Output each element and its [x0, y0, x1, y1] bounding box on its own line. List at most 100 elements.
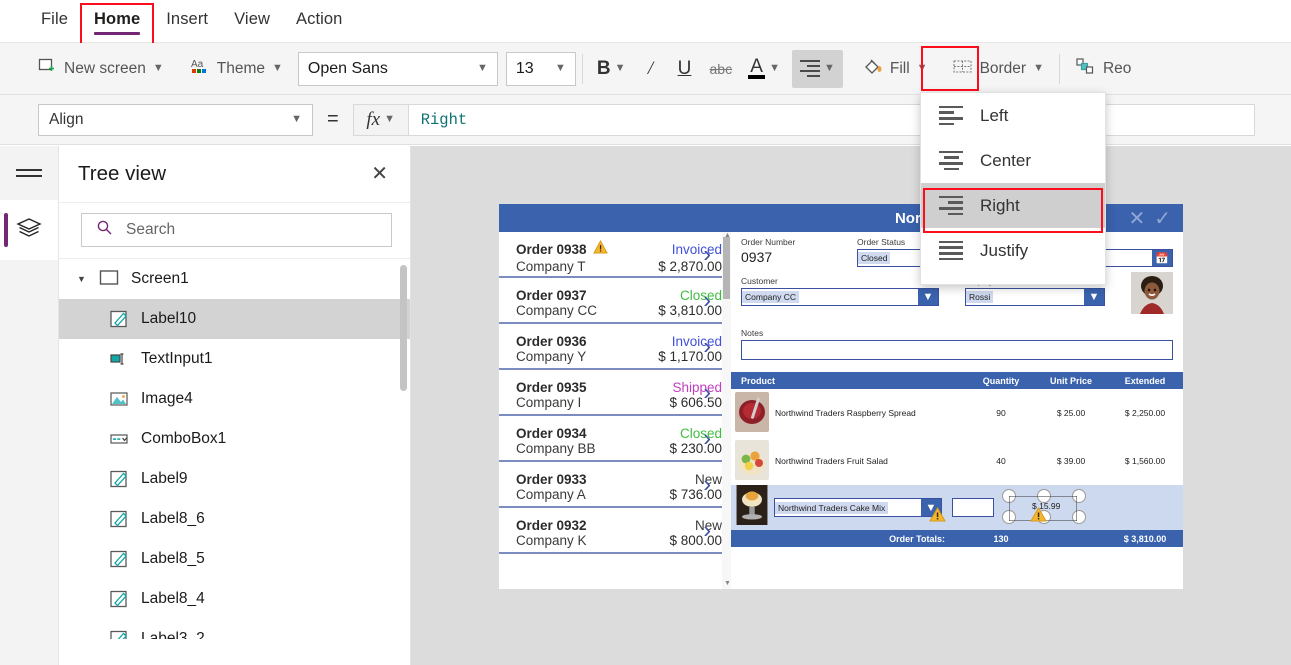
- orders-gallery: Order 0938 Invoiced Company T $ 2,870.00…: [499, 204, 731, 589]
- tree-item-screen1[interactable]: ▼ Screen1: [59, 259, 410, 299]
- menu-item-left[interactable]: Left: [921, 93, 1105, 138]
- customer-combobox[interactable]: Company CC ▼: [741, 288, 939, 306]
- chevron-down-icon: ▼: [1033, 62, 1044, 74]
- tree-item-label10[interactable]: Label10: [59, 299, 410, 339]
- tab-action[interactable]: Action: [283, 0, 355, 43]
- gallery-item[interactable]: Order 0933 New Company A $ 736.00 ›: [499, 462, 731, 508]
- chevron-down-icon[interactable]: ▼: [918, 289, 938, 305]
- theme-button[interactable]: Aa Theme ▼: [181, 50, 292, 88]
- product-quantity: 40: [996, 456, 1006, 466]
- border-button[interactable]: Border ▼: [943, 50, 1053, 88]
- product-row[interactable]: Northwind Traders Fruit Salad 40 $ 39.00…: [731, 437, 1183, 485]
- notes-label: Notes: [741, 328, 764, 338]
- chevron-down-icon: ▼: [476, 62, 488, 74]
- tree-item-image4[interactable]: Image4: [59, 379, 410, 419]
- tree-item-label8-6[interactable]: Label8_6: [59, 499, 410, 539]
- save-checkmark-icon[interactable]: ✓: [1154, 206, 1171, 231]
- totals-label: Order Totals:: [889, 533, 945, 544]
- reorder-button[interactable]: Reo: [1066, 50, 1140, 88]
- home-ribbon-toolbar: New screen ▼ Aa Theme ▼ Open Sans ▼ 13 ▼…: [0, 43, 1291, 95]
- new-product-edit-row: Northwind Traders Cake Mix ▼ $ 15.99: [731, 485, 1183, 530]
- gallery-item[interactable]: Order 0935 Shipped Company I $ 606.50 ›: [499, 370, 731, 416]
- employee-combobox[interactable]: Rossi ▼: [965, 288, 1105, 306]
- column-header-quantity: Quantity: [982, 375, 1020, 386]
- tab-insert[interactable]: Insert: [153, 0, 221, 43]
- employee-value: Rossi: [966, 291, 994, 303]
- property-select[interactable]: Align ▼: [38, 103, 313, 136]
- scrollbar-thumb[interactable]: [723, 237, 730, 299]
- fill-button[interactable]: Fill ▼: [853, 50, 937, 88]
- chevron-down-icon: ▼: [152, 62, 164, 74]
- label-icon: [109, 589, 131, 609]
- chevron-down-icon[interactable]: ▼: [1084, 289, 1104, 305]
- product-unit-price: $ 39.00: [1056, 456, 1086, 466]
- strikethrough-button[interactable]: abc: [702, 50, 741, 88]
- font-color-button[interactable]: A ▼: [740, 50, 788, 88]
- chevron-down-icon: ▼: [271, 62, 283, 74]
- gallery-item[interactable]: Order 0934 Closed Company BB $ 230.00 ›: [499, 416, 731, 462]
- menu-item-label: Left: [980, 105, 1009, 125]
- customer-label: Customer: [741, 276, 778, 286]
- rail-active-indicator: [4, 213, 8, 247]
- bold-label: B: [596, 57, 611, 79]
- chevron-right-icon[interactable]: ›: [703, 379, 711, 406]
- tree-scrollbar[interactable]: [400, 265, 407, 391]
- search-input[interactable]: [124, 220, 360, 240]
- chevron-right-icon[interactable]: ›: [703, 241, 711, 268]
- search-box[interactable]: [81, 213, 392, 247]
- chevron-expanded-icon[interactable]: ▼: [77, 274, 89, 284]
- quantity-input[interactable]: [952, 498, 994, 517]
- chevron-right-icon[interactable]: ›: [703, 333, 711, 360]
- label-icon: [109, 629, 131, 639]
- bold-button[interactable]: B ▼: [589, 50, 634, 88]
- tab-home[interactable]: Home: [81, 0, 153, 43]
- calendar-icon[interactable]: 📅: [1152, 250, 1172, 266]
- menu-item-right[interactable]: Right: [921, 183, 1105, 228]
- tab-file[interactable]: File: [28, 0, 81, 43]
- tree-item-label8-4[interactable]: Label8_4: [59, 579, 410, 619]
- product-row[interactable]: Northwind Traders Raspberry Spread 90 $ …: [731, 389, 1183, 437]
- tree-view-header: Tree view ✕: [59, 146, 410, 203]
- align-button[interactable]: ▼: [791, 49, 843, 88]
- chevron-right-icon[interactable]: ›: [703, 287, 711, 314]
- formula-input[interactable]: Right: [407, 103, 1255, 136]
- underline-button[interactable]: U: [668, 50, 702, 88]
- hamburger-menu-button[interactable]: [0, 146, 58, 200]
- order-number: Order 0937: [516, 287, 587, 303]
- gallery-item[interactable]: Order 0938 Invoiced Company T $ 2,870.00…: [499, 232, 731, 278]
- gallery-scrollbar[interactable]: ▲ ▼: [722, 232, 731, 589]
- gallery-item[interactable]: Order 0936 Invoiced Company Y $ 1,170.00…: [499, 324, 731, 370]
- tree-item-combobox1[interactable]: ComboBox1: [59, 419, 410, 459]
- scroll-down-arrow-icon[interactable]: ▼: [724, 580, 731, 587]
- fx-button[interactable]: fx ▼: [352, 103, 408, 136]
- chevron-right-icon[interactable]: ›: [703, 471, 711, 498]
- tree-item-label3-2[interactable]: Label3_2: [59, 619, 410, 639]
- menu-item-justify[interactable]: Justify: [921, 228, 1105, 273]
- gallery-item[interactable]: Order 0932 New Company K $ 800.00 ›: [499, 508, 731, 554]
- order-status: Closed: [679, 425, 722, 441]
- font-size-select[interactable]: 13 ▼: [505, 51, 576, 86]
- gallery-item[interactable]: Order 0937 Closed Company CC $ 3,810.00 …: [499, 278, 731, 324]
- menu-item-center[interactable]: Center: [921, 138, 1105, 183]
- tab-view[interactable]: View: [221, 0, 283, 43]
- tree-item-label9[interactable]: Label9: [59, 459, 410, 499]
- notes-input[interactable]: [741, 340, 1173, 360]
- chevron-down-icon: ▼: [614, 62, 626, 74]
- font-family-select[interactable]: Open Sans ▼: [297, 51, 498, 86]
- order-totals-row: Order Totals: 130 $ 3,810.00: [731, 530, 1183, 547]
- app-canvas: Order 0938 Invoiced Company T $ 2,870.00…: [411, 146, 1291, 665]
- close-icon[interactable]: ✕: [371, 164, 388, 184]
- customer-value: Company CC: [742, 291, 800, 303]
- tree-item-label8-5[interactable]: Label8_5: [59, 539, 410, 579]
- products-table-header: Product Quantity Unit Price Extended: [731, 372, 1183, 389]
- chevron-right-icon[interactable]: ›: [703, 425, 711, 452]
- tree-item-textinput1[interactable]: TextInput1: [59, 339, 410, 379]
- product-combobox[interactable]: Northwind Traders Cake Mix ▼: [774, 498, 942, 517]
- cancel-icon[interactable]: ✕: [1128, 206, 1145, 231]
- chevron-right-icon[interactable]: ›: [703, 517, 711, 544]
- tree-view-rail-button[interactable]: [0, 200, 58, 260]
- detail-header-actions: ✕ ✓: [1128, 206, 1171, 231]
- totals-extended: $ 3,810.00: [1123, 533, 1167, 544]
- new-screen-button[interactable]: New screen ▼: [28, 50, 173, 88]
- italic-button[interactable]: /: [634, 50, 668, 88]
